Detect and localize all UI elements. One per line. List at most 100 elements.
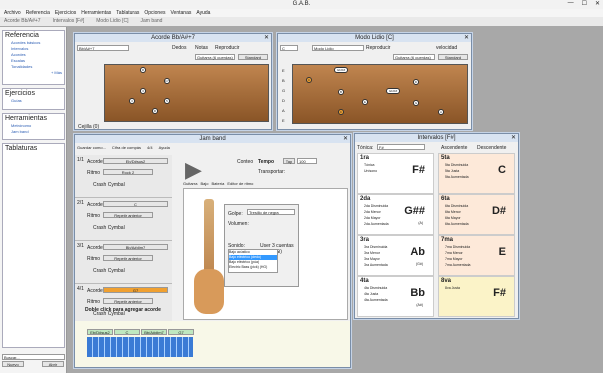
maximize-button[interactable]: ☐ [582,0,587,7]
chord-button[interactable]: Bb/A#dim7 [103,244,168,250]
interval-radio[interactable]: 7ma Aumentada [439,262,514,268]
ritmo-label: Ritmo [87,256,101,262]
scale-dot: C [338,109,344,115]
play-button[interactable]: Reproducir [366,45,390,51]
track-item[interactable]: 1/1 Acorde Eb/D#sus2 Ritmo Rock 2 Crash Cymba… [75,155,172,198]
conteo-checkbox[interactable]: Conteo [237,159,253,165]
help-button[interactable]: Ayuda [159,145,170,153]
play-icon[interactable]: ▶ [185,157,202,183]
document-tabs: Acorde Bb/A#+7 Intervalos [F#] Modo Lidi… [0,17,603,26]
acorde-window: Acorde Bb/A#+7 ✕ Bb/A#+7 Dedos Notas Repr… [74,33,272,130]
tap-button[interactable]: Tap [283,158,295,164]
tab-editor-ritmo[interactable]: Editor de ritmo [227,181,253,186]
close-icon[interactable]: ✕ [343,135,348,143]
sound-item[interactable]: Electric Bass (pick) (HG) [229,265,277,270]
save-as-button[interactable]: Guardar como... [77,145,106,153]
chord-dot: R [140,67,146,73]
chord-button[interactable]: C [103,201,168,207]
tab-bajo[interactable]: Bajo [200,181,208,186]
menu-referencia[interactable]: Referencia [26,9,50,17]
instrument-select[interactable]: Guitarra (6 cuerdas) [393,54,435,60]
timeline-grid[interactable] [87,337,193,357]
section-title: Herramientas [5,115,48,122]
tuning-button[interactable]: Standard [438,54,468,60]
tab-acorde[interactable]: Acorde Bb/A#+7 [4,17,41,26]
menu-archivo[interactable]: Archivo [4,9,21,17]
close-icon[interactable]: ✕ [264,34,269,42]
descendente-radio[interactable]: Descendente [477,145,506,151]
play-button[interactable]: Reproducir [215,45,239,51]
interval-title: 1ra [360,155,370,161]
interval-note: F# [493,287,506,299]
track-item[interactable]: 3/1 Acorde Bb/A#dim7 Ritmo Repetir anterior C… [75,241,172,284]
jam-band-window: Jam band ✕ Guardar como... Cifra de compá… [74,134,351,368]
tab-bateria[interactable]: Batería [211,181,224,186]
ritmo-button[interactable]: Rock 2 [103,169,153,175]
track-item[interactable]: 2/1 Acorde C Ritmo Repetir anterior Crash Cym… [75,198,172,241]
menu-herramientas[interactable]: Herramientas [81,9,111,17]
tonica-select[interactable]: F# [377,144,425,150]
tempo-input[interactable]: 100 [297,158,317,164]
instrument-select[interactable]: Guitarra (6 cuerdas) [195,54,235,60]
sound-list[interactable]: Bajo acústico Bajo eléctrico (dedo) Bajo… [228,249,278,273]
mode-select[interactable]: Modo Lidio [312,45,364,51]
new-button[interactable]: Nuevo [2,361,24,367]
interval-note: C [498,164,506,176]
ritmo-label: Ritmo [87,170,101,176]
menu-ayuda[interactable]: Ayuda [196,9,210,17]
interval-radio[interactable]: 6ta Aumentada [439,221,514,227]
tab-modo-lidio[interactable]: Modo Lidio [C] [96,17,128,26]
tab-jam-band[interactable]: Jam band [141,17,163,26]
time-signature-select[interactable]: 4/4 [147,145,153,153]
fretboard [292,64,468,124]
search-input[interactable]: Buscar... [2,354,65,360]
speed-slider[interactable]: velocidad [436,45,457,51]
scale-dot: A [438,109,444,115]
open-button[interactable]: Abrir [42,361,64,367]
crash-checkbox[interactable]: Crash Cymbal [93,268,125,274]
timeline-chord[interactable]: C [114,329,140,335]
close-icon[interactable]: ✕ [464,34,469,42]
string-label: B [282,78,285,83]
ritmo-button[interactable]: Repetir anterior [103,255,153,261]
menu-tablaturas[interactable]: Tablaturas [116,9,139,17]
menu-ventanas[interactable]: Ventanas [171,9,192,17]
ritmo-label: Ritmo [87,299,101,305]
timeline-chord[interactable]: G7 [168,329,194,335]
timeline-chord[interactable]: Eb/D#sus2 [87,329,113,335]
interval-note: Ab [410,246,425,258]
fingers-radio[interactable]: Dedos [172,45,186,51]
notes-radio[interactable]: Notas [195,45,208,51]
interval-block: 7ma E 7ma Disminuida 7ma Menor 7ma Mayor 7ma … [438,235,515,276]
string-label: E [282,68,285,73]
close-button[interactable]: ✕ [595,0,600,7]
golpe-select[interactable]: Tresillo de negra [247,209,295,215]
scale-dot: Gb/F# [386,88,400,94]
tuning-button[interactable]: Standard [238,54,268,60]
more-link[interactable]: + Más [3,70,64,76]
tab-guitarra[interactable]: Guitarra [183,181,197,186]
capo-label[interactable]: Cejilla (0) [78,124,99,130]
ritmo-button[interactable]: Repetir anterior [103,298,153,304]
close-icon[interactable]: ✕ [511,134,516,142]
ritmo-label: Ritmo [87,213,101,219]
interval-note: F# [412,164,425,176]
menu-opciones[interactable]: Opciones [144,9,165,17]
sidebar-item-jam-band[interactable]: Jam band [3,129,64,135]
interval-block: 2da G## (A) 2da Disminuida 2da Menor 2da Mayo… [357,194,434,235]
chord-button[interactable]: G7 [103,287,168,293]
ascendente-radio[interactable]: Ascendente [441,145,467,151]
minimize-button[interactable]: — [568,0,574,7]
window-title-text: Acorde Bb/A#+7 [151,35,195,41]
ritmo-button[interactable]: Repetir anterior [103,212,153,218]
root-select[interactable]: C [280,45,298,51]
crash-checkbox[interactable]: Crash Cymbal [93,225,125,231]
interval-title: 7ma [441,237,454,243]
tab-intervalos[interactable]: Intervalos [F#] [53,17,85,26]
chord-select[interactable]: Bb/A#+7 [77,45,129,51]
sidebar-item-guias[interactable]: Guías [3,98,64,104]
chord-button[interactable]: Eb/D#sus2 [103,158,168,164]
menu-ejercicios[interactable]: Ejercicios [55,9,76,17]
crash-checkbox[interactable]: Crash Cymbal [93,182,125,188]
timeline-chord[interactable]: Bb/A#dim7 [141,329,167,335]
